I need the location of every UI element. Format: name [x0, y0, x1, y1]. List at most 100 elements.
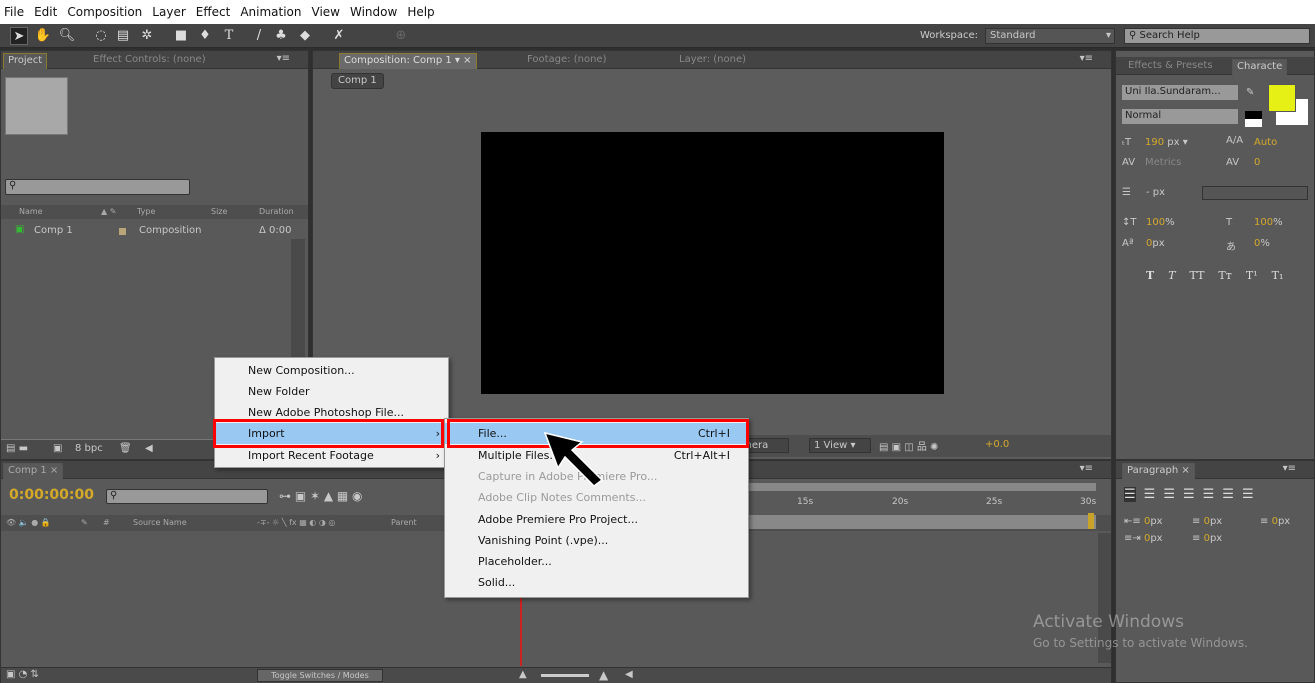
camera-tool-icon[interactable]: ▤ — [114, 27, 132, 45]
rotate-tool-icon[interactable]: ◌ — [92, 27, 110, 45]
menu-item-premiere-project[interactable]: Adobe Premiere Pro Project... — [445, 509, 748, 530]
small-caps-button[interactable]: Tт — [1218, 269, 1231, 282]
col-source-name[interactable]: Source Name — [133, 518, 187, 527]
trash-icon[interactable]: 🗑︎ — [119, 443, 132, 454]
stroke-style-dropdown[interactable] — [1202, 186, 1308, 200]
menu-edit[interactable]: Edit — [34, 5, 57, 19]
bit-depth-button[interactable]: 8 bpc — [75, 443, 103, 454]
menu-item-import-recent-footage[interactable]: Import Recent Footage › — [215, 445, 448, 466]
tab-composition[interactable]: Composition: Comp 1 ▾ × — [339, 53, 477, 69]
search-help-input[interactable]: ⚲ Search Help — [1124, 28, 1310, 44]
timeline-footer-icons[interactable]: ▣ ◔ ⇅ — [6, 669, 39, 680]
tab-character[interactable]: Characte — [1232, 59, 1288, 75]
panel-menu-icon[interactable]: ▾≡ — [1283, 463, 1296, 474]
timeline-search-input[interactable]: ⚲ — [106, 489, 268, 504]
hand-tool-icon[interactable]: ✋ — [34, 27, 52, 45]
timeline-switch-icons[interactable]: ⊶ ▣ ✶ ▲ ▦ ◉ — [279, 489, 363, 503]
align-center-icon[interactable]: ☰ — [1144, 487, 1156, 502]
font-style-dropdown[interactable]: Normal — [1122, 109, 1238, 124]
new-composition-icon[interactable]: ▣ — [53, 443, 62, 454]
menu-window[interactable]: Window — [350, 5, 397, 19]
justify-all-icon[interactable]: ☰ — [1242, 487, 1254, 502]
leading-value[interactable]: Auto — [1254, 137, 1277, 148]
menu-effect[interactable]: Effect — [196, 5, 231, 19]
col-duration[interactable]: Duration — [259, 207, 294, 216]
menu-item-placeholder[interactable]: Placeholder... — [445, 551, 748, 572]
project-search-input[interactable]: ⚲ — [5, 179, 190, 195]
scroll-left-icon[interactable]: ◀ — [145, 443, 153, 454]
stroke-width-value[interactable]: - px — [1146, 187, 1165, 198]
composition-viewer[interactable] — [481, 132, 944, 394]
all-caps-button[interactable]: TT — [1190, 269, 1205, 282]
align-left-icon[interactable]: ☰ — [1124, 487, 1136, 502]
menu-item-vanishing-point[interactable]: Vanishing Point (.vpe)... — [445, 530, 748, 551]
clone-stamp-tool-icon[interactable]: ♣ — [272, 27, 290, 45]
eyedropper-icon[interactable]: ✎ — [1246, 87, 1254, 98]
tab-footage[interactable]: Footage: (none) — [523, 53, 610, 69]
menu-composition[interactable]: Composition — [67, 5, 142, 19]
type-tool-icon[interactable]: T — [220, 27, 238, 45]
brush-tool-icon[interactable]: / — [250, 27, 268, 45]
menu-view[interactable]: View — [312, 5, 340, 19]
sort-icon[interactable]: ▲ ✎ — [101, 207, 116, 216]
vertical-scale-value[interactable]: 100 — [1146, 217, 1165, 228]
fill-color-swatch[interactable] — [1268, 84, 1296, 112]
table-row[interactable]: ▣ Comp 1 Composition Δ 0:00 — [1, 223, 296, 239]
pen-tool-icon[interactable]: ♦ — [196, 27, 214, 45]
rectangle-tool-icon[interactable]: ■ — [172, 27, 190, 45]
menu-item-new-composition[interactable]: New Composition... — [215, 360, 448, 381]
scroll-left-icon[interactable]: ◀ — [625, 669, 633, 680]
interpret-footage-icon[interactable]: ▤ ▬ — [6, 443, 28, 454]
col-type[interactable]: Type — [137, 207, 155, 216]
tab-paragraph[interactable]: Paragraph × — [1122, 463, 1195, 479]
justify-left-icon[interactable]: ☰ — [1183, 487, 1195, 502]
col-size[interactable]: Size — [211, 207, 227, 216]
tab-layer[interactable]: Layer: (none) — [675, 53, 750, 69]
panel-menu-icon[interactable]: ▾≡ — [277, 53, 290, 64]
menu-item-new-folder[interactable]: New Folder — [215, 381, 448, 402]
align-right-icon[interactable]: ☰ — [1163, 487, 1175, 502]
menu-animation[interactable]: Animation — [240, 5, 301, 19]
justify-right-icon[interactable]: ☰ — [1222, 487, 1234, 502]
exposure-value[interactable]: +0.0 — [985, 439, 1009, 450]
viewer-toggle-icons[interactable]: ▤ ▣ ◫ 品 ✺ — [879, 438, 938, 453]
pan-behind-tool-icon[interactable]: ✲ — [138, 27, 156, 45]
tab-effects-presets[interactable]: Effects & Presets — [1124, 59, 1217, 75]
zoom-out-icon[interactable]: ▲ — [519, 669, 527, 680]
work-area-end-handle[interactable] — [1088, 513, 1094, 529]
subscript-button[interactable]: T₁ — [1272, 269, 1284, 282]
menu-item-solid[interactable]: Solid... — [445, 572, 748, 593]
toggle-switches-modes-button[interactable]: Toggle Switches / Modes — [257, 669, 383, 682]
font-size-value[interactable]: 190 — [1145, 137, 1164, 148]
kerning-value[interactable]: Metrics — [1145, 157, 1181, 168]
timecode-display[interactable]: 0:00:00:00 — [9, 487, 94, 503]
tracking-value[interactable]: 0 — [1254, 157, 1260, 168]
eraser-tool-icon[interactable]: ◆ — [296, 27, 314, 45]
menu-layer[interactable]: Layer — [152, 5, 185, 19]
comp-breadcrumb[interactable]: Comp 1 — [331, 73, 384, 89]
workspace-dropdown[interactable]: Standard ▾ — [985, 28, 1115, 44]
zoom-tool-icon[interactable]: 🔍︎ — [58, 27, 76, 45]
col-parent[interactable]: Parent — [391, 518, 417, 527]
views-dropdown[interactable]: 1 View ▾ — [809, 438, 871, 453]
faux-italic-button[interactable]: T — [1168, 269, 1175, 282]
faux-bold-button[interactable]: T — [1146, 269, 1154, 282]
black-white-swatch[interactable] — [1245, 111, 1262, 127]
menu-file[interactable]: File — [4, 5, 24, 19]
tab-comp-1[interactable]: Comp 1 × — [3, 463, 64, 479]
horizontal-scale-value[interactable]: 100 — [1254, 217, 1273, 228]
panel-menu-icon[interactable]: ▾≡ — [1080, 53, 1093, 64]
tab-project[interactable]: Project — [3, 53, 48, 69]
tab-effect-controls[interactable]: Effect Controls: (none) — [89, 53, 210, 69]
superscript-button[interactable]: T¹ — [1246, 269, 1258, 282]
panel-menu-icon[interactable]: ▾≡ — [1080, 463, 1093, 474]
zoom-slider[interactable] — [541, 674, 589, 677]
col-name[interactable]: Name — [19, 207, 43, 216]
puppet-tool-icon[interactable]: ✗ — [330, 27, 348, 45]
justify-center-icon[interactable]: ☰ — [1203, 487, 1215, 502]
menu-help[interactable]: Help — [407, 5, 434, 19]
selection-tool-icon[interactable]: ➤ — [10, 27, 28, 45]
font-family-dropdown[interactable]: Uni Ila.Sundaram... — [1122, 85, 1238, 100]
zoom-in-icon[interactable]: ▲ — [599, 668, 608, 682]
axis-mode-icon[interactable]: ⊕ • ⌘ — [392, 27, 410, 79]
